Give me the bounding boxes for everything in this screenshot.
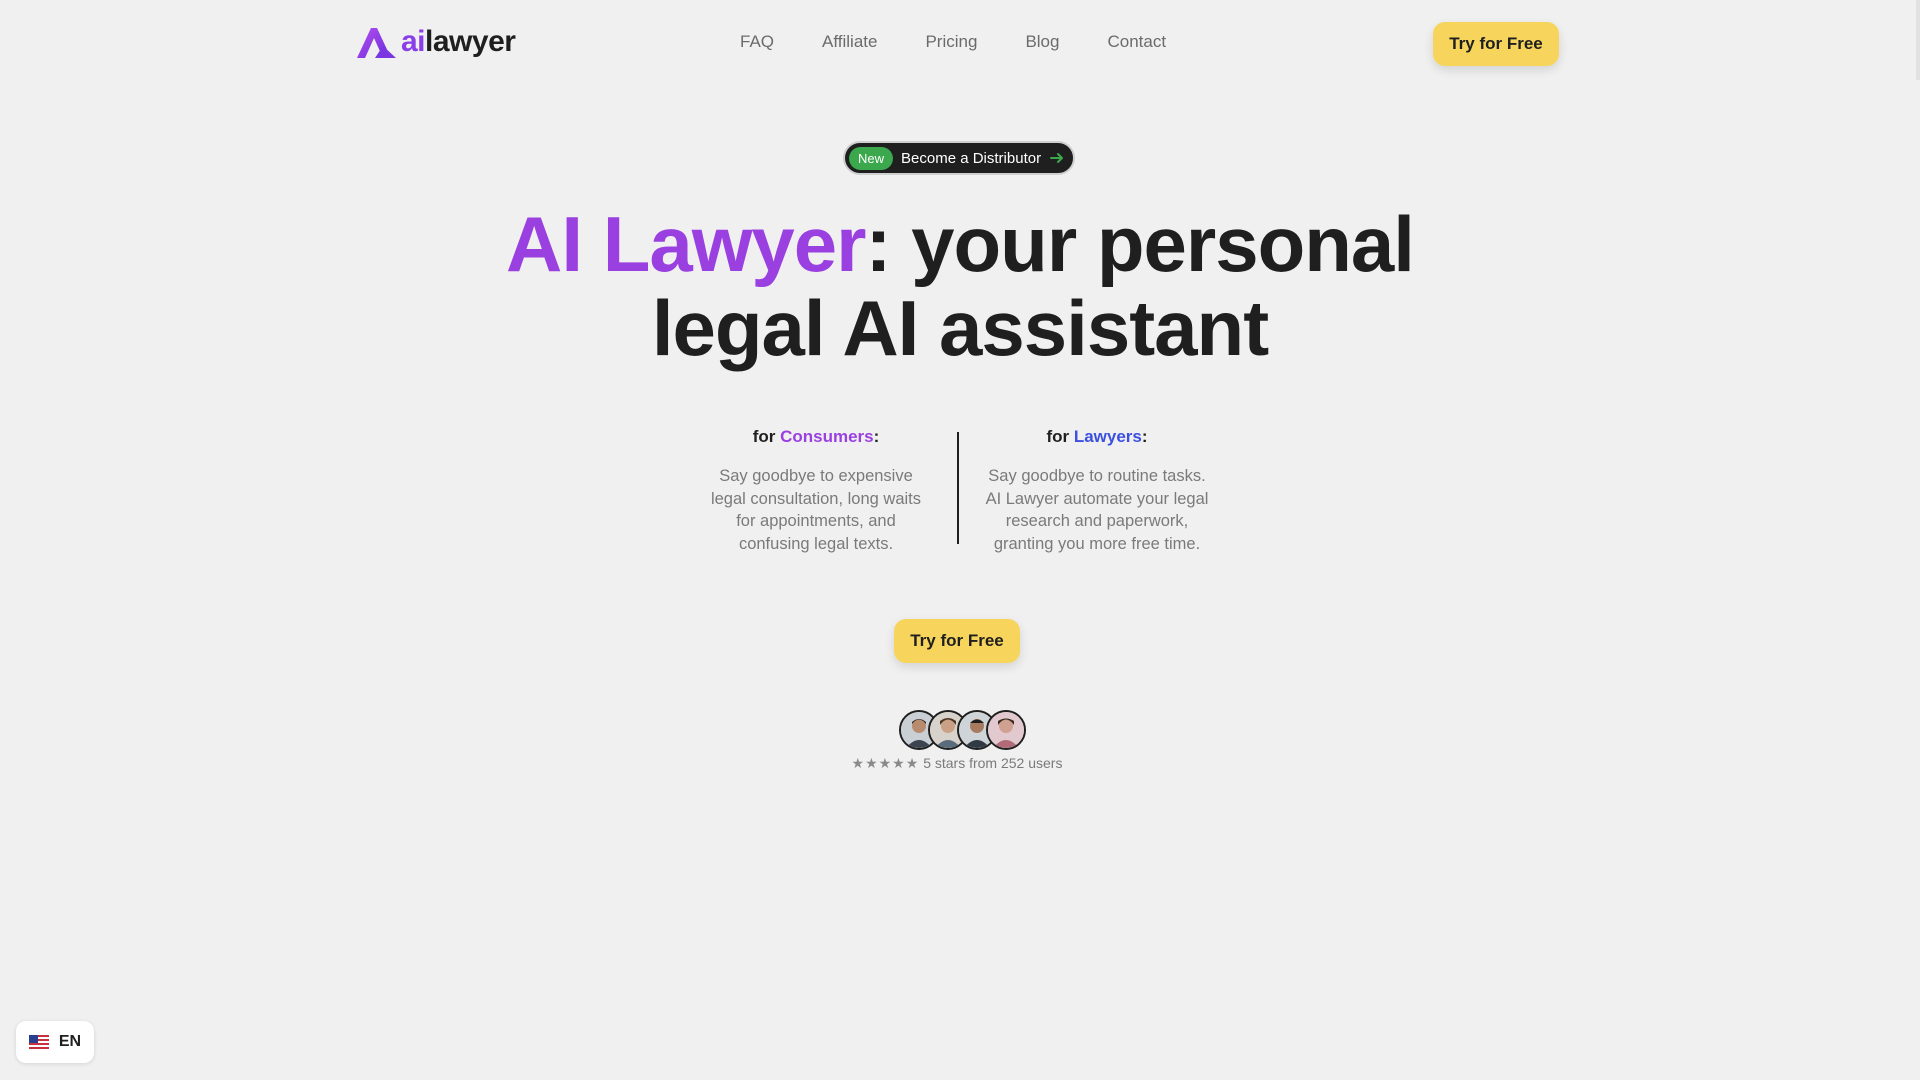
hero-title-line1-rest: : your personal <box>865 200 1415 288</box>
consumers-column: for Consumers: Say goodbye to expensive … <box>701 427 931 555</box>
language-code: EN <box>58 1033 82 1050</box>
consumers-prefix: for <box>752 427 781 446</box>
hero-try-free-button[interactable]: Try for Free <box>894 619 1020 663</box>
logo-text-lawyer: lawyer <box>425 25 516 58</box>
hero-title-line2: legal AI assistant <box>651 284 1269 372</box>
lawyers-heading: for Lawyers: <box>982 427 1212 447</box>
us-flag-icon <box>28 1035 49 1049</box>
avatar <box>986 710 1026 750</box>
language-switcher[interactable]: EN <box>16 1021 94 1063</box>
become-distributor-pill[interactable]: New Become a Distributor <box>843 141 1076 175</box>
column-divider <box>957 432 959 544</box>
page: ailawyer FAQ Affiliate Pricing Blog Cont… <box>0 0 1920 1080</box>
header-try-free-button[interactable]: Try for Free <box>1433 22 1559 66</box>
consumers-description: Say goodbye to expensive legal consultat… <box>710 467 922 553</box>
logo-text: ailawyer <box>401 24 516 60</box>
lawyers-suffix: : <box>1141 427 1148 446</box>
lawyers-column: for Lawyers: Say goodbye to routine task… <box>982 427 1212 555</box>
lawyers-label: Lawyers <box>1073 427 1142 446</box>
consumers-label: Consumers <box>780 427 874 446</box>
user-avatars <box>899 710 1026 750</box>
consumers-heading: for Consumers: <box>701 427 931 447</box>
arrow-right-icon <box>1050 153 1064 163</box>
consumers-suffix: : <box>873 427 880 446</box>
logo-text-ai: ai <box>401 25 426 58</box>
new-badge: New <box>849 146 894 170</box>
nav-blog[interactable]: Blog <box>1025 32 1059 52</box>
nav-pricing[interactable]: Pricing <box>925 32 977 52</box>
main-nav: FAQ Affiliate Pricing Blog Contact <box>740 32 1166 52</box>
pill-label: Become a Distributor <box>901 149 1042 167</box>
nav-contact[interactable]: Contact <box>1107 32 1166 52</box>
rating-label: 5 stars from 252 users <box>923 755 1063 771</box>
nav-faq[interactable]: FAQ <box>740 32 774 52</box>
scrollbar[interactable] <box>1916 0 1920 80</box>
logo[interactable]: ailawyer <box>355 24 516 60</box>
star-rating-icon: ★★★★★ <box>851 755 920 771</box>
hero-title: AI Lawyer: your personal legal AI assist… <box>0 202 1920 370</box>
rating-text: ★★★★★ 5 stars from 252 users <box>0 755 1914 772</box>
logo-mark-icon <box>357 28 396 58</box>
hero-title-accent: AI Lawyer <box>506 200 866 288</box>
nav-affiliate[interactable]: Affiliate <box>822 32 877 52</box>
lawyers-prefix: for <box>1046 427 1074 446</box>
lawyers-description: Say goodbye to routine tasks. AI Lawyer … <box>985 467 1209 553</box>
